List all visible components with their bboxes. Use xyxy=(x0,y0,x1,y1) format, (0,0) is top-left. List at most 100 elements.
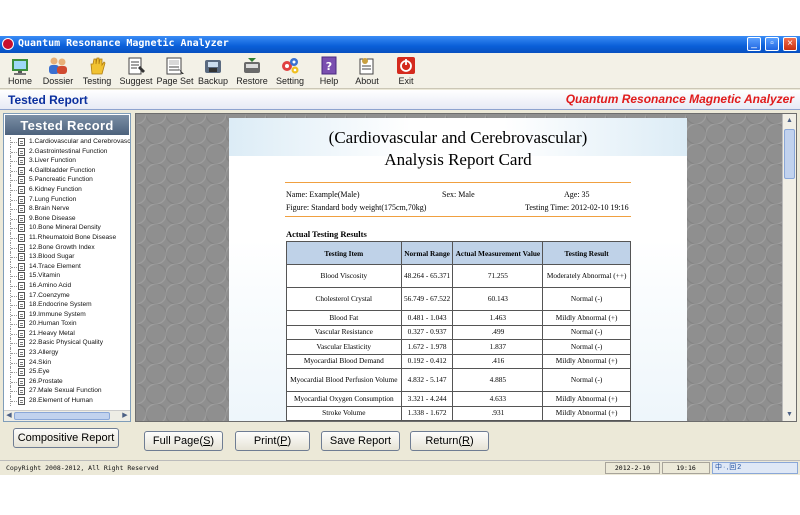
minimize-button[interactable]: _ xyxy=(747,37,761,51)
maximize-button[interactable]: ▫ xyxy=(765,37,779,51)
list-item[interactable]: 21.Heavy Metal xyxy=(4,328,130,339)
tree-connector xyxy=(10,156,18,166)
list-item[interactable]: 24.Skin xyxy=(4,357,130,368)
list-item-label: 15.Vitamin xyxy=(29,272,61,280)
list-item-label: 7.Lung Function xyxy=(29,195,77,203)
table-cell-value: .931 xyxy=(452,405,544,421)
report-viewer[interactable]: (Cardiovascular and Cerebrovascular) Ana… xyxy=(135,113,797,422)
list-item[interactable]: 12.Bone Growth Index xyxy=(4,242,130,253)
toolbar-restore-button[interactable]: Restore xyxy=(232,54,272,88)
list-item[interactable]: 3.Liver Function xyxy=(4,156,130,166)
list-item[interactable]: 15.Vitamin xyxy=(4,271,130,281)
list-item[interactable]: 17.Coenzyme xyxy=(4,290,130,301)
toolbar-home-button[interactable]: Home xyxy=(0,54,40,88)
table-cell-range xyxy=(400,420,454,421)
toolbar-page-set-button[interactable]: Page Set xyxy=(155,54,195,88)
table-cell-item: Stroke Volume xyxy=(286,405,402,421)
list-item-label: 8.Brain Nerve xyxy=(29,205,70,213)
list-item[interactable]: 23.Allergy xyxy=(4,348,130,358)
list-item[interactable]: 13.Blood Sugar xyxy=(4,252,130,262)
list-item[interactable]: 27.Male Sexual Function xyxy=(4,386,130,397)
compositive-report-button[interactable]: Compositive Report xyxy=(13,428,119,448)
save-report-button[interactable]: Save Report xyxy=(321,431,400,451)
tree-connector xyxy=(10,165,18,176)
tree-connector xyxy=(10,261,18,272)
table-row: Myocardial Oxygen Consumption 3.321 - 4.2… xyxy=(286,391,631,407)
title-divider xyxy=(285,182,631,183)
ime-tray[interactable]: 中·,回2 xyxy=(712,462,798,474)
list-item-label: 18.Endocrine System xyxy=(29,301,92,309)
toolbar-setting-button[interactable]: Setting xyxy=(270,54,310,88)
toolbar-help-button[interactable]: ? Help xyxy=(309,54,349,88)
page-title: Tested Report xyxy=(8,93,88,107)
scroll-right-icon[interactable]: ▶ xyxy=(120,411,130,421)
list-item-label: 5.Pancreatic Function xyxy=(29,176,93,184)
tree-connector xyxy=(10,194,18,205)
toolbar-testing-button[interactable]: Testing xyxy=(77,54,117,88)
list-item[interactable]: 18.Endocrine System xyxy=(4,300,130,310)
table-cell-range: 1.338 - 1.672 xyxy=(400,405,454,421)
list-item[interactable]: 28.Element of Human xyxy=(4,396,130,406)
document-icon xyxy=(18,329,25,338)
list-item[interactable]: 26.Prostate xyxy=(4,376,130,387)
scroll-down-icon[interactable]: ▼ xyxy=(783,408,796,421)
list-item[interactable]: 5.Pancreatic Function xyxy=(4,175,130,185)
document-icon xyxy=(18,320,25,329)
list-item[interactable]: 7.Lung Function xyxy=(4,194,130,205)
column-header: Actual Measurement Value xyxy=(452,241,544,265)
column-header: Normal Range xyxy=(400,241,454,265)
list-item[interactable]: 1.Cardiovascular and Cerebrovascular xyxy=(4,137,130,147)
toolbar-suggest-button[interactable]: Suggest xyxy=(116,54,156,88)
table-cell-range: 1.672 - 1.978 xyxy=(400,339,454,355)
table-cell-value: 71.255 xyxy=(452,264,544,288)
list-item[interactable]: 14.Trace Element xyxy=(4,261,130,272)
title-bar: Quantum Resonance Magnetic Analyzer _ ▫ … xyxy=(0,36,800,53)
about-icon xyxy=(359,58,374,75)
list-item[interactable]: 8.Brain Nerve xyxy=(4,204,130,214)
toolbar-backup-button[interactable]: Backup xyxy=(193,54,233,88)
list-item[interactable]: 4.Gallbladder Function xyxy=(4,165,130,176)
list-item[interactable]: 20.Human Toxin xyxy=(4,319,130,329)
list-item[interactable]: 16.Amino Acid xyxy=(4,280,130,291)
list-item[interactable]: 19.Immune System xyxy=(4,309,130,320)
print-button[interactable]: Print(P) xyxy=(235,431,310,451)
backup-icon xyxy=(205,60,221,73)
document-icon xyxy=(18,291,25,300)
list-item[interactable]: 9.Bone Disease xyxy=(4,213,130,224)
list-item-label: 27.Male Sexual Function xyxy=(29,387,102,395)
toolbar-exit-button[interactable]: Exit xyxy=(386,54,426,88)
document-icon xyxy=(18,262,25,271)
full-page-button[interactable]: Full Page(S) xyxy=(144,431,223,451)
list-item-label: 20.Human Toxin xyxy=(29,320,77,328)
close-button[interactable]: × xyxy=(783,37,797,51)
table-cell-range: 56.749 - 67.522 xyxy=(400,287,454,311)
tree-connector xyxy=(10,338,18,349)
list-item[interactable]: 25.Eye xyxy=(4,367,130,377)
scroll-up-icon[interactable]: ▲ xyxy=(783,114,796,127)
list-item[interactable]: 10.Bone Mineral Density xyxy=(4,223,130,233)
table-cell-item: Left Ventricular Ejection xyxy=(286,420,402,421)
scroll-left-icon[interactable]: ◀ xyxy=(4,411,14,421)
document-icon xyxy=(18,205,25,214)
toolbar-label: Page Set xyxy=(156,76,194,86)
document-icon xyxy=(18,310,25,319)
toolbar-about-button[interactable]: About xyxy=(347,54,387,88)
table-cell-value: 1.837 xyxy=(452,339,544,355)
table-cell-value: 60.143 xyxy=(452,287,544,311)
patient-figure: Figure: Standard body weight(175cm,70kg) xyxy=(286,203,427,212)
table-row: Myocardial Blood Perfusion Volume 4.832 -… xyxy=(286,368,631,392)
scrollbar-thumb[interactable] xyxy=(14,412,110,420)
table-cell-value: 4.885 xyxy=(452,368,544,392)
list-item[interactable]: 2.Gastrointestinal Function xyxy=(4,146,130,157)
toolbar-dossier-button[interactable]: Dossier xyxy=(38,54,78,88)
status-date: 2012-2-10 xyxy=(605,462,660,474)
document-icon xyxy=(18,166,25,175)
horizontal-scrollbar[interactable]: ◀ ▶ xyxy=(4,410,130,421)
return-button[interactable]: Return(R) xyxy=(410,431,489,451)
list-item[interactable]: 11.Rheumatoid Bone Disease xyxy=(4,232,130,243)
list-item[interactable]: 6.Kidney Function xyxy=(4,184,130,195)
scrollbar-thumb[interactable] xyxy=(784,129,795,179)
list-item[interactable]: 22.Basic Physical Quality xyxy=(4,338,130,349)
vertical-scrollbar[interactable]: ▲ ▼ xyxy=(782,114,796,421)
table-cell-result: Mildly Abnormal (+) xyxy=(542,391,631,407)
